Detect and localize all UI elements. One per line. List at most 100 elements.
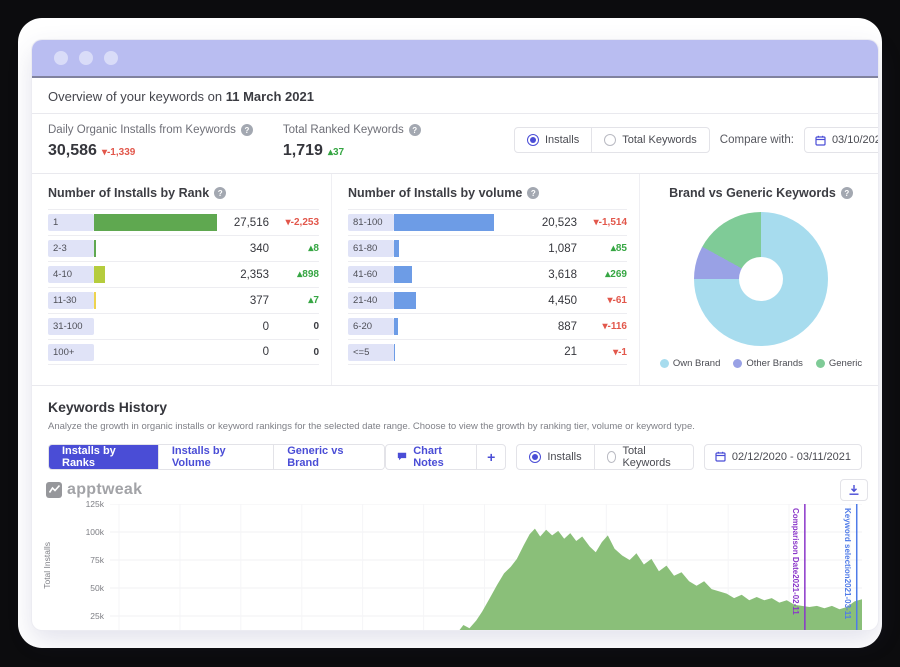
row-value: 4,450	[548, 294, 577, 307]
table-row[interactable]: 6-20 887 ▾-116	[348, 313, 627, 339]
chart-notes-group: Chart Notes +	[385, 443, 507, 470]
help-icon[interactable]: ?	[214, 187, 227, 199]
download-icon	[849, 484, 859, 495]
help-icon[interactable]: ?	[527, 187, 540, 199]
row-delta: ▾-1,514	[593, 217, 627, 228]
legend-dot	[815, 359, 825, 368]
table-row[interactable]: 31-100 0 0	[48, 313, 319, 339]
row-delta: ▴898	[297, 269, 319, 280]
window-dot-2[interactable]	[79, 51, 93, 65]
row-value: 0	[262, 346, 269, 358]
compare-date-picker[interactable]: 03/10/2021	[803, 127, 878, 153]
row-label-chip: 1	[48, 214, 94, 231]
table-row[interactable]: <=5 21 ▾-1	[348, 339, 627, 365]
y-tick-label: 25k	[90, 610, 104, 621]
window-dot-1[interactable]	[54, 51, 68, 65]
row-bar	[394, 240, 400, 257]
date-range-picker[interactable]: 02/12/2020 - 03/11/2021	[703, 443, 862, 470]
y-tick-label: 50k	[90, 582, 104, 593]
row-label-chip: 61-80	[348, 240, 394, 257]
radio-total-keywords[interactable]: Total Keywords	[591, 128, 709, 152]
row-label-chip: 4-10	[48, 266, 94, 283]
row-value: 20,523	[541, 216, 577, 229]
table-row[interactable]: 61-80 1,087 ▴85	[348, 235, 627, 261]
chart-notes-button[interactable]: Chart Notes	[386, 445, 476, 469]
row-delta: 0	[313, 321, 319, 332]
row-label-chip: 100+	[48, 343, 94, 361]
row-bar-area	[94, 318, 217, 335]
window-dot-3[interactable]	[104, 51, 118, 65]
chart-notes-label: Chart Notes	[413, 444, 444, 469]
table-row[interactable]: 100+ 0 0	[48, 339, 319, 365]
table-row[interactable]: 81-100 20,523 ▾-1,514	[348, 209, 627, 235]
legend-own-brand[interactable]: Own Brand	[659, 358, 720, 369]
stat-label: Total Ranked Keywords ?	[283, 124, 421, 136]
donut-legend: Own Brand Other Brands Generic	[656, 358, 866, 369]
calendar-icon	[715, 452, 726, 462]
area-chart-svg	[110, 504, 862, 630]
row-value: 0	[262, 320, 269, 333]
row-bar-area	[394, 214, 525, 231]
row-bar-area	[94, 240, 217, 257]
stat-daily-organic-installs: Daily Organic Installs from Keywords ? 3…	[48, 124, 253, 160]
row-bar-area	[394, 240, 525, 257]
row-bar	[394, 292, 416, 309]
row-bar	[394, 214, 494, 231]
compare-with-label: Compare with:	[719, 134, 794, 146]
row-label-chip: <=5	[348, 343, 394, 361]
window-titlebar	[32, 40, 878, 78]
stat-label: Daily Organic Installs from Keywords ?	[48, 124, 253, 136]
table-row[interactable]: 41-60 3,618 ▴269	[348, 261, 627, 287]
radio-dot-selected	[529, 450, 542, 463]
row-value: 21	[564, 346, 577, 358]
table-row[interactable]: 2-3 340 ▴8	[48, 235, 319, 261]
row-delta: ▴85	[610, 243, 627, 254]
tab-installs-by-volume[interactable]: Installs by Volume	[157, 444, 274, 469]
radio-installs[interactable]: Installs	[517, 445, 593, 469]
stat-total-ranked-keywords: Total Ranked Keywords ? 1,719 ▴37	[283, 124, 421, 160]
tab-generic-vs-brand[interactable]: Generic vs Brand	[273, 444, 385, 469]
table-row[interactable]: 21-40 4,450 ▾-61	[348, 287, 627, 313]
legend-generic[interactable]: Generic	[815, 358, 862, 369]
row-bar-area	[94, 266, 217, 283]
legend-other-brands[interactable]: Other Brands	[733, 358, 803, 369]
row-value: 27,516	[233, 216, 269, 229]
chart-notes-icon	[398, 452, 407, 461]
rank-table: 1 27,516 ▾-2,253 2-3 340 ▴8 4-10 2,353 ▴898 11-30…	[48, 209, 319, 365]
row-bar	[94, 266, 105, 283]
row-bar-area	[394, 343, 525, 361]
tab-installs-by-ranks[interactable]: Installs by Ranks	[49, 444, 158, 469]
history-installs-keywords-toggle: Installs Total Keywords	[516, 443, 694, 470]
brand-vs-generic-panel: Brand vs Generic Keywords ? Own Brand Ot…	[640, 174, 878, 385]
table-row[interactable]: 11-30 377 ▴7	[48, 287, 319, 313]
table-row[interactable]: 4-10 2,353 ▴898	[48, 261, 319, 287]
row-delta: ▴7	[308, 295, 319, 306]
stat-value: 1,719	[282, 142, 323, 159]
radio-label: Installs	[547, 450, 582, 463]
download-chart-button[interactable]	[840, 478, 868, 501]
help-icon[interactable]: ?	[240, 124, 253, 136]
stat-value: 30,586	[48, 142, 97, 159]
table-row[interactable]: 1 27,516 ▾-2,253	[48, 209, 319, 235]
page-title-date: 11 March 2021	[225, 89, 314, 104]
keywords-history-header: Keywords History Analyze the growth in o…	[32, 386, 878, 435]
radio-dot	[606, 450, 617, 463]
help-icon[interactable]: ?	[840, 187, 853, 199]
row-label-chip: 31-100	[48, 318, 94, 335]
row-bar-area	[394, 266, 525, 283]
legend-dot	[659, 359, 669, 368]
row-value: 3,618	[548, 268, 577, 281]
history-tabs: Installs by Ranks Installs by Volume Gen…	[48, 443, 386, 470]
help-icon[interactable]: ?	[408, 124, 421, 136]
radio-installs[interactable]: Installs	[515, 128, 591, 152]
stat-label-text: Total Ranked Keywords	[282, 124, 404, 136]
history-right-controls: Chart Notes + Installs Total Keywords 02…	[385, 443, 862, 470]
add-chart-note-button[interactable]: +	[476, 444, 505, 469]
radio-total-keywords[interactable]: Total Keywords	[593, 444, 693, 469]
row-delta: 0	[313, 346, 319, 358]
history-controls: Installs by Ranks Installs by Volume Gen…	[32, 435, 878, 476]
overview-controls: Installs Total Keywords Compare with: 03…	[513, 124, 878, 153]
row-label-chip: 21-40	[348, 292, 394, 309]
row-delta: ▾-61	[607, 295, 627, 306]
row-value: 1,087	[548, 242, 577, 255]
